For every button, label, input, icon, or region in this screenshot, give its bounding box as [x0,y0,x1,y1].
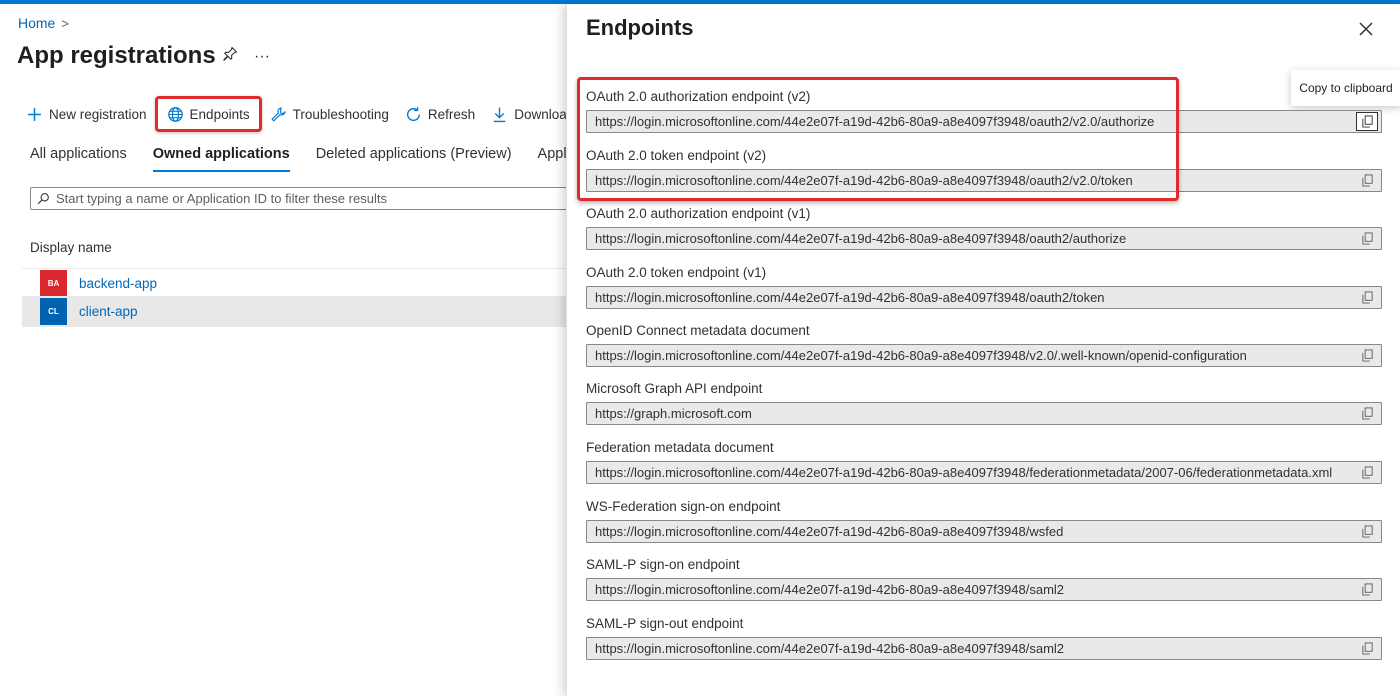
endpoint-saml-signout: SAML-P sign-out endpoint [586,615,1382,660]
endpoint-wsfed-signon: WS-Federation sign-on endpoint [586,498,1382,543]
endpoint-url-input[interactable] [587,521,1353,542]
tab-deleted-applications[interactable]: Deleted applications (Preview) [316,146,512,172]
endpoint-url-field [586,461,1382,484]
copy-icon[interactable] [1353,170,1381,191]
app-registrations-blade: Home > App registrations ··· New registr… [0,4,566,696]
endpoints-button[interactable]: Endpoints [154,96,262,132]
endpoint-url-input[interactable] [587,228,1353,249]
filter-input[interactable]: Start typing a name or Application ID to… [30,187,566,210]
new-registration-label: New registration [49,106,147,122]
copy-icon[interactable] [1353,287,1381,308]
copy-icon[interactable] [1353,638,1381,659]
endpoint-label: OAuth 2.0 authorization endpoint (v2) [586,89,811,104]
endpoint-url-input[interactable] [587,111,1356,132]
endpoint-url-input[interactable] [587,579,1353,600]
endpoint-url-field [586,637,1382,660]
tab-all-applications[interactable]: All applications [30,146,127,172]
endpoint-url-input[interactable] [587,345,1353,366]
panel-title: Endpoints [586,15,694,40]
endpoint-label: WS-Federation sign-on endpoint [586,499,781,514]
search-icon [37,193,49,205]
troubleshooting-button[interactable]: Troubleshooting [262,96,397,132]
endpoint-oauth2-token-v1: OAuth 2.0 token endpoint (v1) [586,264,1382,309]
tab-owned-applications[interactable]: Owned applications [152,146,290,172]
table-row[interactable]: BA backend-app [22,268,566,299]
copy-icon[interactable] [1353,579,1381,600]
endpoint-url-input[interactable] [587,403,1353,424]
endpoints-label: Endpoints [189,106,250,122]
application-tabs: All applications Owned applications Dele… [30,146,566,172]
wrench-icon [271,106,286,121]
endpoint-oauth2-token-v2: OAuth 2.0 token endpoint (v2) [586,147,1382,192]
endpoints-panel: Endpoints Copy to clipboard OAuth 2.0 au… [566,4,1400,696]
title-actions: ··· [222,46,270,67]
new-registration-button[interactable]: New registration [18,96,155,132]
troubleshooting-label: Troubleshooting [292,106,389,122]
endpoint-saml-signon: SAML-P sign-on endpoint [586,556,1382,601]
endpoint-oauth2-authorize-v1: OAuth 2.0 authorization endpoint (v1) [586,205,1382,250]
avatar: CL [40,298,67,325]
filter-placeholder: Start typing a name or Application ID to… [56,191,387,206]
endpoint-url-field [586,286,1382,309]
copy-icon[interactable] [1356,112,1378,131]
breadcrumb: Home > [18,15,69,31]
endpoint-label: OAuth 2.0 token endpoint (v1) [586,265,767,280]
endpoint-graph-api: Microsoft Graph API endpoint [586,380,1382,425]
column-header-display-name[interactable]: Display name [30,240,112,255]
chevron-right-icon: > [61,15,69,31]
endpoint-url-field [586,402,1382,425]
endpoint-label: SAML-P sign-on endpoint [586,557,740,572]
close-icon[interactable] [1355,18,1377,40]
more-options-icon[interactable]: ··· [254,48,270,66]
app-link[interactable]: client-app [79,304,138,319]
endpoint-url-input[interactable] [587,170,1353,191]
endpoint-url-field [586,344,1382,367]
table-row[interactable]: CL client-app [22,296,566,327]
plus-icon [28,107,41,121]
endpoint-url-field [586,169,1382,192]
copy-icon[interactable] [1353,228,1381,249]
endpoint-label: Microsoft Graph API endpoint [586,381,763,396]
endpoint-url-field [586,110,1382,133]
copy-icon[interactable] [1353,521,1381,542]
globe-icon [167,106,183,122]
app-link[interactable]: backend-app [79,276,157,291]
endpoint-label: OpenID Connect metadata document [586,323,810,338]
endpoint-url-input[interactable] [587,287,1353,308]
refresh-button[interactable]: Refresh [397,96,483,132]
refresh-label: Refresh [427,106,476,122]
endpoint-label: OAuth 2.0 token endpoint (v2) [586,148,767,163]
refresh-icon [406,106,420,121]
pin-icon[interactable] [222,46,238,67]
endpoint-url-input[interactable] [587,462,1353,483]
download-label: Download [514,106,566,122]
copy-icon[interactable] [1353,345,1381,366]
endpoint-url-field [586,520,1382,543]
avatar: BA [40,270,67,297]
download-icon [493,107,506,122]
copy-icon[interactable] [1353,403,1381,424]
page-title: App registrations [17,42,216,69]
endpoint-federation-metadata: Federation metadata document [586,439,1382,484]
tab-applications[interactable]: Applications [538,146,566,172]
endpoint-oauth2-authorize-v2: OAuth 2.0 authorization endpoint (v2) [586,88,1382,133]
breadcrumb-home-link[interactable]: Home [18,15,55,31]
endpoint-url-field [586,227,1382,250]
copy-icon[interactable] [1353,462,1381,483]
endpoint-url-input[interactable] [587,638,1353,659]
endpoint-label: OAuth 2.0 authorization endpoint (v1) [586,206,811,221]
command-bar: New registration Endpoints Troubleshooti… [18,94,566,134]
endpoint-label: SAML-P sign-out endpoint [586,616,744,631]
endpoint-url-field [586,578,1382,601]
endpoint-openid-metadata: OpenID Connect metadata document [586,322,1382,367]
download-button[interactable]: Download [483,96,566,132]
endpoint-label: Federation metadata document [586,440,774,455]
